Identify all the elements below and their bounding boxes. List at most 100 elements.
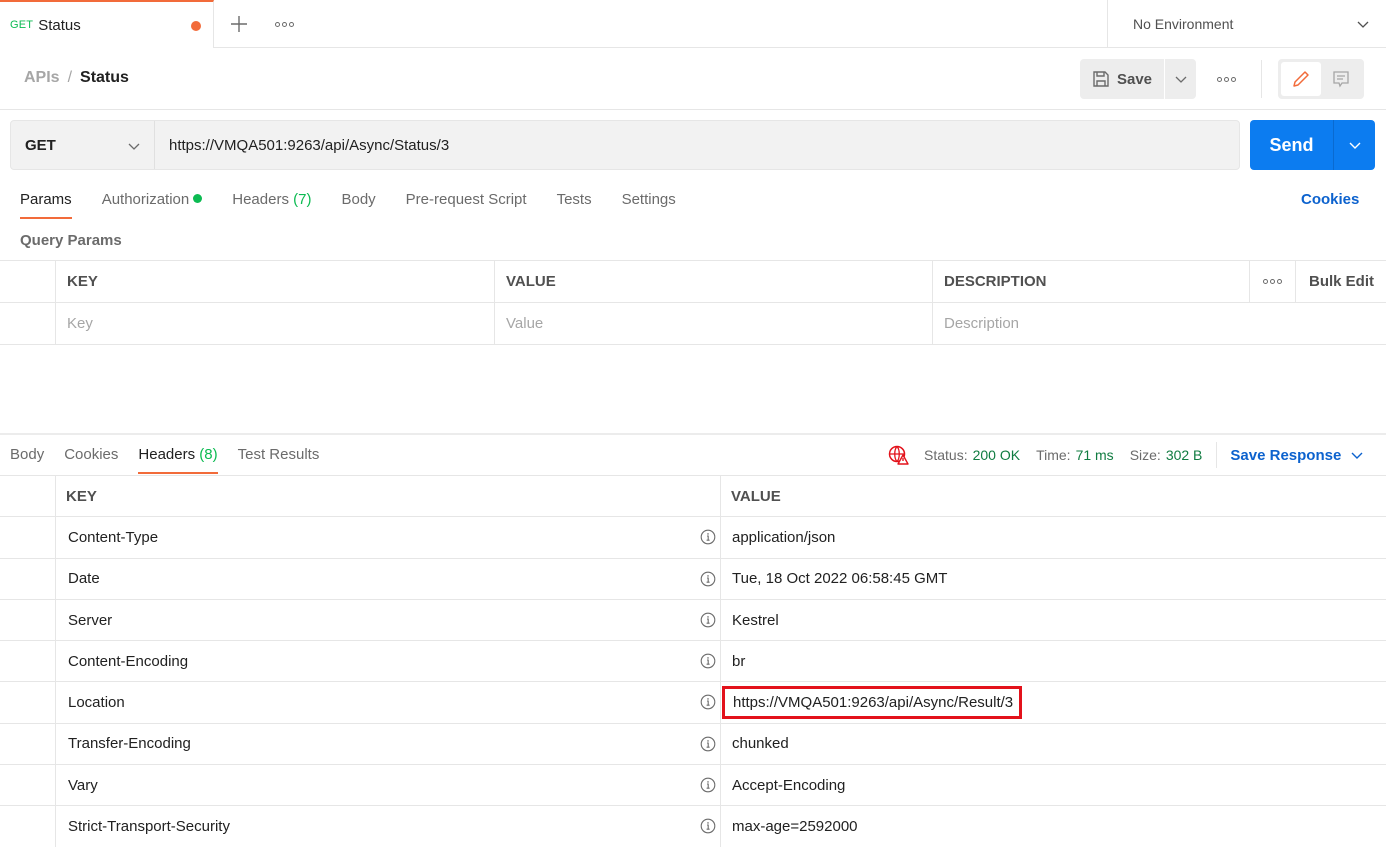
table-row: Key Value Description [0, 303, 1386, 345]
save-button[interactable]: Save [1080, 59, 1164, 99]
response-tab-cookies[interactable]: Cookies [64, 443, 118, 475]
tab-label: Body [341, 191, 376, 208]
header-value-cell: max-age=2592000 [721, 806, 1386, 846]
table-row: Content-Type application/json [0, 517, 1386, 559]
chevron-down-icon [1357, 21, 1369, 28]
info-icon[interactable] [700, 529, 716, 549]
response-tab-headers[interactable]: Headers (8) [138, 443, 218, 475]
more-horizontal-icon [1216, 76, 1236, 82]
gutter-cell [0, 641, 56, 682]
info-icon[interactable] [700, 736, 716, 756]
tab-params[interactable]: Params [20, 188, 72, 220]
tab-label: Authorization [101, 191, 190, 208]
save-response-label: Save Response [1230, 446, 1342, 464]
column-options-button[interactable] [1250, 261, 1296, 302]
header-divider [0, 109, 1386, 110]
table-row: Transfer-Encoding chunked [0, 723, 1386, 766]
tab-label: Tests [556, 191, 592, 208]
header-value[interactable]: Kestrel [732, 612, 779, 629]
method-select[interactable]: GET [11, 121, 155, 169]
header-key-cell: Vary [56, 765, 721, 806]
status-value[interactable]: 200 OK [973, 447, 1020, 463]
info-icon[interactable] [700, 612, 716, 632]
header-key: Content-Encoding [68, 652, 189, 670]
tab-label: Cookies [64, 446, 119, 463]
info-icon[interactable] [700, 571, 716, 591]
info-icon[interactable] [700, 694, 716, 714]
header-key: Transfer-Encoding [68, 735, 191, 753]
more-horizontal-icon [274, 21, 294, 27]
send-button[interactable]: Send [1250, 120, 1333, 170]
tab-title: Status [38, 16, 81, 34]
header-value-highlighted[interactable]: https://VMQA501:9263/api/Async/Result/3 [722, 686, 1023, 720]
gutter-cell [0, 599, 56, 641]
gutter-cell [0, 806, 56, 847]
tab-headers[interactable]: Headers (7) [232, 188, 311, 220]
comments-mode-button[interactable] [1321, 62, 1361, 96]
new-tab-button[interactable] [214, 0, 264, 48]
column-header-description: DESCRIPTION [933, 261, 1250, 302]
send-options-button[interactable] [1333, 120, 1375, 170]
chevron-down-icon [128, 143, 140, 150]
save-options-button[interactable] [1164, 59, 1196, 99]
network-warning-icon[interactable] [888, 445, 910, 465]
gutter-cell [0, 682, 56, 723]
tab-authorization[interactable]: Authorization [102, 188, 203, 220]
breadcrumb-parent[interactable]: APIs [24, 69, 60, 87]
time-value[interactable]: 71 ms [1076, 447, 1114, 463]
request-more-button[interactable] [1210, 59, 1242, 99]
size-value[interactable]: 302 B [1166, 447, 1203, 463]
tab-body[interactable]: Body [341, 188, 375, 220]
response-tab-test-results[interactable]: Test Results [238, 443, 320, 475]
tab-label: Params [20, 191, 72, 208]
header-key: Date [68, 570, 100, 588]
info-icon[interactable] [700, 653, 716, 673]
param-key-input[interactable]: Key [56, 303, 495, 344]
response-tab-body[interactable]: Body [10, 443, 44, 475]
edit-mode-button[interactable] [1281, 62, 1321, 96]
environment-selector[interactable]: No Environment [1107, 0, 1386, 48]
header-value[interactable]: max-age=2592000 [732, 818, 858, 835]
header-value[interactable]: br [732, 653, 745, 670]
header-key-cell: Content-Type [56, 517, 721, 558]
header-key-cell: Content-Encoding [56, 641, 721, 682]
table-row: Strict-Transport-Security max-age=259200… [0, 806, 1386, 847]
header-value[interactable]: chunked [732, 735, 789, 752]
header-value[interactable]: application/json [732, 529, 835, 546]
tab-settings[interactable]: Settings [622, 188, 676, 220]
header-key: Server [68, 611, 113, 629]
response-headers-count: (8) [199, 446, 218, 463]
response-pane-resize-handle[interactable] [0, 433, 1386, 435]
response-headers-table: KEY VALUE Content-Type application/json … [0, 475, 1386, 847]
bulk-edit-button[interactable]: Bulk Edit [1296, 261, 1386, 302]
header-value[interactable]: Tue, 18 Oct 2022 06:58:45 GMT [732, 570, 947, 587]
meta-separator [1216, 442, 1218, 468]
header-value[interactable]: Accept-Encoding [732, 777, 845, 794]
send-button-group: Send [1250, 120, 1375, 170]
save-label: Save [1116, 70, 1153, 88]
tab-tests[interactable]: Tests [557, 188, 592, 220]
param-value-input[interactable]: Value [495, 303, 933, 344]
table-row: Date Tue, 18 Oct 2022 06:58:45 GMT [0, 558, 1386, 600]
info-icon[interactable] [700, 777, 716, 797]
table-row: Content-Encoding br [0, 641, 1386, 683]
gutter-cell [0, 517, 56, 558]
header-value-cell: Accept-Encoding [721, 765, 1386, 805]
header-key-cell: Location [56, 682, 721, 723]
gutter-cell [0, 558, 56, 599]
info-icon[interactable] [700, 818, 716, 838]
request-tabs: Params Authorization Headers (7) Body Pr… [20, 188, 706, 220]
header-key-cell: Transfer-Encoding [56, 723, 721, 765]
param-description-input[interactable]: Description [933, 303, 1386, 344]
breadcrumb-current[interactable]: Status [80, 69, 129, 87]
table-header-row: KEY VALUE DESCRIPTION Bulk Edit [0, 261, 1386, 303]
url-input[interactable] [155, 121, 1239, 169]
save-response-button[interactable]: Save Response [1230, 447, 1363, 464]
tab-more-button[interactable] [264, 0, 304, 48]
tab-pre-request-script[interactable]: Pre-request Script [406, 188, 527, 220]
request-tab-status[interactable]: GET Status [0, 0, 214, 48]
tab-label: Settings [621, 191, 676, 208]
header-key: Location [68, 694, 125, 712]
tab-label: Body [10, 446, 45, 463]
cookies-link[interactable]: Cookies [1301, 191, 1359, 208]
